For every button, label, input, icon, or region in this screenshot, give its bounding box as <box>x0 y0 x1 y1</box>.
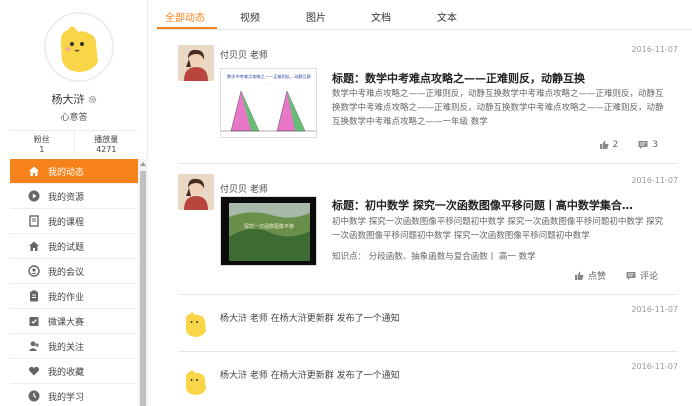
post-date: 2016-11-07 <box>631 45 679 54</box>
active-tab-indicator <box>157 27 217 29</box>
sidebar-item-favorites[interactable]: 我的收藏 <box>10 359 138 384</box>
profile-avatar[interactable] <box>44 12 114 82</box>
sidebar-item-following[interactable]: 我的关注 <box>10 334 138 359</box>
home-icon <box>28 165 40 177</box>
comment-icon <box>626 271 636 280</box>
post-thumbnail[interactable]: 数学中考难点攻略之——正难则反，动静互换 ······ <box>220 68 317 138</box>
thumbnail-caption: 数学中考难点攻略之——正难则反，动静互换 <box>227 73 312 80</box>
feed-post: 付贝贝 老师 2016-11-07 数学中考难点攻略之——正难则反，动静互换 ·… <box>178 30 678 164</box>
book-icon <box>28 215 40 227</box>
tab-image[interactable]: 图片 <box>306 9 326 24</box>
sidebar-item-label: 我的试题 <box>48 242 85 253</box>
post-description: 数学中考难点攻略之——正难则反，动静互换数学中考难点攻略之——正难则反，动静互换… <box>332 89 664 127</box>
plays-value: 4271 <box>96 145 117 154</box>
plays-stat: 播放量 4271 <box>73 131 139 156</box>
author-avatar[interactable] <box>178 364 214 400</box>
post-actions: 点赞 评论 <box>574 269 658 282</box>
post-date: 2016-11-07 <box>631 305 679 314</box>
profile-tagline: 心意答 <box>60 113 88 123</box>
feed-post: 付贝贝 老师 2016-11-07 探究一次函数图像平移 标题：初中数学 探究一… <box>178 164 678 295</box>
thumbs-up-icon <box>574 271 584 280</box>
post-date: 2016-11-07 <box>631 362 679 371</box>
sidebar: 杨大浒 心意答 粉丝 1 播放量 4271 我的动态 我的资源 我的课程 我的试… <box>10 0 148 406</box>
post-author[interactable]: 付贝贝 老师 <box>220 48 268 61</box>
clock-icon <box>28 390 40 402</box>
sidebar-scrollbar[interactable] <box>138 159 148 406</box>
gear-icon[interactable] <box>88 94 97 107</box>
sidebar-item-dynamics[interactable]: 我的动态 <box>10 159 138 184</box>
author-avatar[interactable] <box>178 45 214 81</box>
comment-button[interactable]: 3 <box>638 140 658 150</box>
user-follow-icon <box>28 340 40 352</box>
like-button[interactable]: 2 <box>599 140 619 150</box>
scrollbar-thumb[interactable] <box>140 171 146 406</box>
like-count: 2 <box>612 140 619 150</box>
meeting-icon <box>28 265 40 277</box>
sidebar-item-learning[interactable]: 我的学习 <box>10 384 138 406</box>
plays-label: 播放量 <box>94 135 119 144</box>
post-actions: 2 3 <box>599 140 658 150</box>
sidebar-item-label: 我的学习 <box>48 392 85 403</box>
scroll-up-icon[interactable] <box>138 159 148 169</box>
feed-notice: 杨大浒 老师 在杨大浒更新群 发布了一个通知 2016-11-07 <box>178 295 678 352</box>
tab-text[interactable]: 文本 <box>437 9 457 24</box>
notice-text[interactable]: 杨大浒 老师 在杨大浒更新群 发布了一个通知 <box>220 368 400 381</box>
author-avatar[interactable] <box>178 174 214 210</box>
post-date: 2016-11-07 <box>631 176 679 185</box>
author-avatar[interactable] <box>178 306 214 342</box>
badge-check-icon <box>28 315 40 327</box>
sidebar-item-questions[interactable]: 我的试题 <box>10 234 138 259</box>
sidebar-menu: 我的动态 我的资源 我的课程 我的试题 我的会议 我的作业 微课大赛 我的关注 <box>10 159 138 406</box>
post-title[interactable]: 标题：数学中考难点攻略之——正难则反，动静互换 <box>332 70 585 86</box>
sidebar-item-meetings[interactable]: 我的会议 <box>10 259 138 284</box>
profile-stats: 粉丝 1 播放量 4271 <box>10 130 138 156</box>
profile-name: 杨大浒 <box>10 91 138 107</box>
thumbnail-caption: 探究一次函数图像平移 <box>244 223 294 230</box>
sidebar-item-label: 我的作业 <box>48 292 85 303</box>
home-icon <box>28 240 40 252</box>
feed-notice: 杨大浒 老师 在杨大浒更新群 发布了一个通知 2016-11-07 <box>178 352 678 406</box>
play-circle-icon <box>28 190 40 202</box>
sidebar-item-label: 我的会议 <box>48 267 85 278</box>
fans-value: 1 <box>39 145 45 154</box>
post-description: 初中数学 探究一次函数图像平移问题初中数学 探究一次函数图像平移问题初中数学 探… <box>332 217 664 241</box>
comment-count: 3 <box>652 140 658 150</box>
sidebar-item-courses[interactable]: 我的课程 <box>10 209 138 234</box>
thumbs-up-icon <box>599 140 609 149</box>
comment-icon <box>638 141 648 149</box>
profile-name-text: 杨大浒 <box>51 93 85 106</box>
sidebar-item-label: 我的动态 <box>48 167 85 178</box>
sidebar-item-label: 我的课程 <box>48 217 85 228</box>
tab-video[interactable]: 视频 <box>240 9 260 24</box>
sidebar-item-resources[interactable]: 我的资源 <box>10 184 138 209</box>
sidebar-item-label: 我的收藏 <box>48 367 85 378</box>
post-title[interactable]: 标题：初中数学 探究一次函数图像平移问题丨高中数学集合… <box>332 197 633 213</box>
comment-label: 评论 <box>639 272 658 282</box>
post-author[interactable]: 付贝贝 老师 <box>220 182 268 195</box>
sidebar-item-label: 微课大赛 <box>48 317 85 328</box>
fans-label: 粉丝 <box>33 135 50 144</box>
sidebar-item-contest[interactable]: 微课大赛 <box>10 309 138 334</box>
like-label: 点赞 <box>587 272 606 282</box>
like-button[interactable]: 点赞 <box>574 269 606 282</box>
feed-tabs: 全部动态 视频 图片 文档 文本 <box>157 0 692 30</box>
sidebar-item-homework[interactable]: 我的作业 <box>10 284 138 309</box>
sidebar-item-label: 我的关注 <box>48 342 85 353</box>
heart-icon <box>28 365 40 377</box>
tab-all[interactable]: 全部动态 <box>165 9 205 24</box>
notice-text[interactable]: 杨大浒 老师 在杨大浒更新群 发布了一个通知 <box>220 311 400 324</box>
tab-document[interactable]: 文档 <box>371 9 391 24</box>
fans-stat[interactable]: 粉丝 1 <box>10 131 74 156</box>
svg-text:······: ······ <box>266 81 272 85</box>
sidebar-item-label: 我的资源 <box>48 192 85 203</box>
comment-button[interactable]: 评论 <box>626 269 658 282</box>
post-thumbnail[interactable]: 探究一次函数图像平移 <box>220 196 317 266</box>
clipboard-icon <box>28 290 40 302</box>
post-knowledge-tags: 知识点： 分段函数、抽象函数与复合函数丨 高一 数学 <box>332 252 536 262</box>
